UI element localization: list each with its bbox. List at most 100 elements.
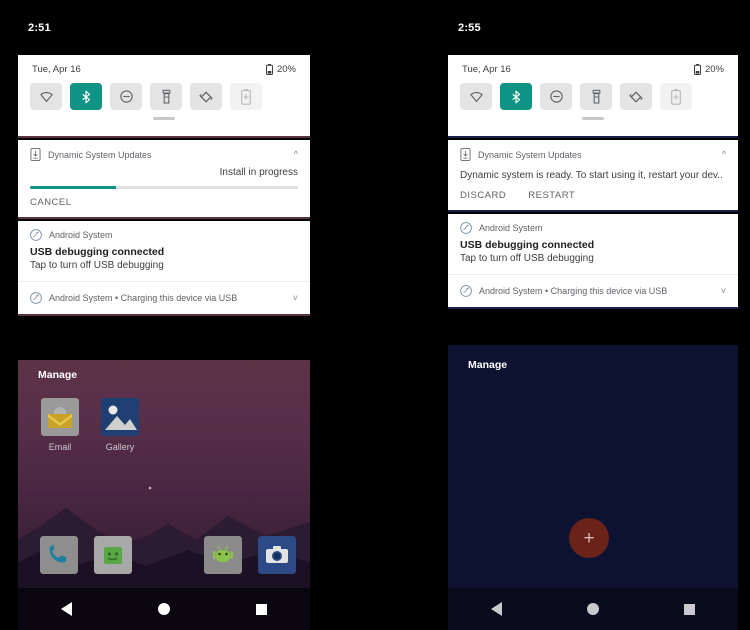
left-home-wallpaper: Manage Email Gallery <box>18 360 310 630</box>
do-not-disturb-tile[interactable] <box>540 83 572 110</box>
left-manage-label[interactable]: Manage <box>38 369 77 381</box>
dock-app-settings[interactable] <box>204 536 242 574</box>
flashlight-icon <box>592 89 600 104</box>
restart-button[interactable]: RESTART <box>528 190 575 201</box>
quick-settings-header: Tue, Apr 16 20% <box>18 55 310 75</box>
notification-header: Dynamic System Updates ^ <box>448 140 738 163</box>
notification-actions: DISCARD RESTART <box>448 181 738 210</box>
status-bar-clock: 2:51 <box>28 21 51 34</box>
left-status-bar: 2:51 <box>18 0 310 55</box>
wifi-tile[interactable] <box>460 83 492 110</box>
chevron-down-icon[interactable]: ˅ <box>293 293 298 303</box>
back-triangle-icon[interactable] <box>490 602 502 616</box>
flashlight-tile[interactable] <box>580 83 612 110</box>
rotate-icon <box>199 90 213 103</box>
battery-icon <box>693 64 701 75</box>
battery-status: 20% <box>693 64 724 75</box>
auto-rotate-tile[interactable] <box>620 83 652 110</box>
wifi-icon <box>469 91 483 103</box>
right-notification-stack: Dynamic System Updates ^ Dynamic system … <box>448 140 738 311</box>
right-status-bar: 2:55 <box>448 0 738 55</box>
system-update-icon <box>460 148 471 161</box>
quick-settings-tiles <box>448 75 738 110</box>
drag-handle[interactable] <box>153 117 175 120</box>
do-not-disturb-tile[interactable] <box>110 83 142 110</box>
plus-icon: + <box>583 527 595 549</box>
notification-title: USB debugging connected <box>460 239 595 251</box>
android-system-icon <box>460 285 472 297</box>
cancel-button[interactable]: CANCEL <box>30 197 72 208</box>
notification-app-name: Dynamic System Updates <box>48 149 152 160</box>
right-manage-label[interactable]: Manage <box>468 359 507 371</box>
right-navigation-bar <box>448 588 738 630</box>
notification-charging[interactable]: Android System • Charging this device vi… <box>18 282 310 314</box>
left-navigation-bar <box>18 588 310 630</box>
notification-charging[interactable]: Android System • Charging this device vi… <box>448 275 738 307</box>
android-system-icon <box>30 292 42 304</box>
left-dock <box>18 536 310 578</box>
right-home-wallpaper: Manage + <box>448 345 738 630</box>
dock-app-phone[interactable] <box>40 536 78 574</box>
chevron-up-icon[interactable]: ^ <box>722 150 726 159</box>
add-fab-button[interactable]: + <box>569 518 609 558</box>
notification-dynamic-system-updates[interactable]: Dynamic System Updates ^ Dynamic system … <box>448 140 738 212</box>
notification-body: Dynamic system is ready. To start using … <box>460 170 723 181</box>
discard-button[interactable]: DISCARD <box>460 190 506 201</box>
home-app-email[interactable]: Email <box>40 398 80 452</box>
battery-saver-icon <box>241 88 251 105</box>
notification-app-name: Android System • Charging this device vi… <box>49 293 238 303</box>
bluetooth-tile[interactable] <box>500 83 532 110</box>
email-icon <box>41 398 79 436</box>
notification-app-name: Dynamic System Updates <box>478 149 582 160</box>
recents-square-icon[interactable] <box>256 603 267 615</box>
notification-title: USB debugging connected <box>30 246 165 258</box>
notification-group-android-system[interactable]: Android System USB debugging connected T… <box>448 214 738 309</box>
screenshot-stage: Manage Email Gallery 2:51 Tue, Apr 16 20… <box>0 0 750 630</box>
right-device-screen: Manage + 2:55 Tue, Apr 16 20% Dynamic Sy… <box>448 0 738 630</box>
quick-settings-date: Tue, Apr 16 <box>32 64 81 75</box>
recents-square-icon[interactable] <box>684 603 696 615</box>
dock-app-camera[interactable] <box>258 536 296 574</box>
notification-header: Android System <box>18 221 310 243</box>
notification-group-android-system[interactable]: Android System USB debugging connected T… <box>18 221 310 316</box>
battery-saver-tile[interactable] <box>230 83 262 110</box>
wifi-icon <box>39 91 53 103</box>
home-app-label: Email <box>48 442 72 452</box>
wifi-tile[interactable] <box>30 83 62 110</box>
notification-actions: CANCEL <box>18 189 310 217</box>
back-triangle-icon[interactable] <box>61 602 72 616</box>
battery-icon <box>265 64 273 75</box>
battery-saver-icon <box>671 88 681 105</box>
chevron-up-icon[interactable]: ^ <box>294 150 298 159</box>
battery-percent: 20% <box>704 64 724 75</box>
flashlight-tile[interactable] <box>150 83 182 110</box>
notification-dynamic-system-updates[interactable]: Dynamic System Updates ^ Install in prog… <box>18 140 310 219</box>
quick-settings-tiles <box>18 75 310 110</box>
home-app-gallery[interactable]: Gallery <box>100 398 140 452</box>
battery-saver-tile[interactable] <box>660 83 692 110</box>
battery-status: 20% <box>265 64 296 75</box>
bluetooth-icon <box>512 90 521 103</box>
drag-handle[interactable] <box>582 117 604 120</box>
notification-body: Tap to turn off USB debugging <box>30 260 164 271</box>
home-app-label: Gallery <box>105 442 135 452</box>
notification-app-name: Android System <box>49 230 113 240</box>
left-device-screen: Manage Email Gallery 2:51 Tue, Apr 16 20… <box>18 0 310 630</box>
battery-percent: 20% <box>276 64 296 75</box>
dnd-icon <box>549 90 563 103</box>
dock-app-messaging[interactable] <box>94 536 132 574</box>
android-system-icon <box>460 222 472 234</box>
bluetooth-tile[interactable] <box>70 83 102 110</box>
system-update-icon <box>30 148 41 161</box>
gallery-icon <box>101 398 139 436</box>
notification-header: Dynamic System Updates ^ <box>18 140 310 163</box>
auto-rotate-tile[interactable] <box>190 83 222 110</box>
left-quick-settings-panel: Tue, Apr 16 20% <box>18 55 310 138</box>
quick-settings-header: Tue, Apr 16 20% <box>448 55 738 75</box>
chevron-down-icon[interactable]: ˅ <box>721 286 726 296</box>
notification-app-name: Android System <box>479 223 543 233</box>
home-circle-icon[interactable] <box>586 603 599 615</box>
left-notification-stack: Dynamic System Updates ^ Install in prog… <box>18 140 310 318</box>
left-home-app-grid: Email Gallery <box>40 398 140 452</box>
home-circle-icon[interactable] <box>158 603 170 615</box>
